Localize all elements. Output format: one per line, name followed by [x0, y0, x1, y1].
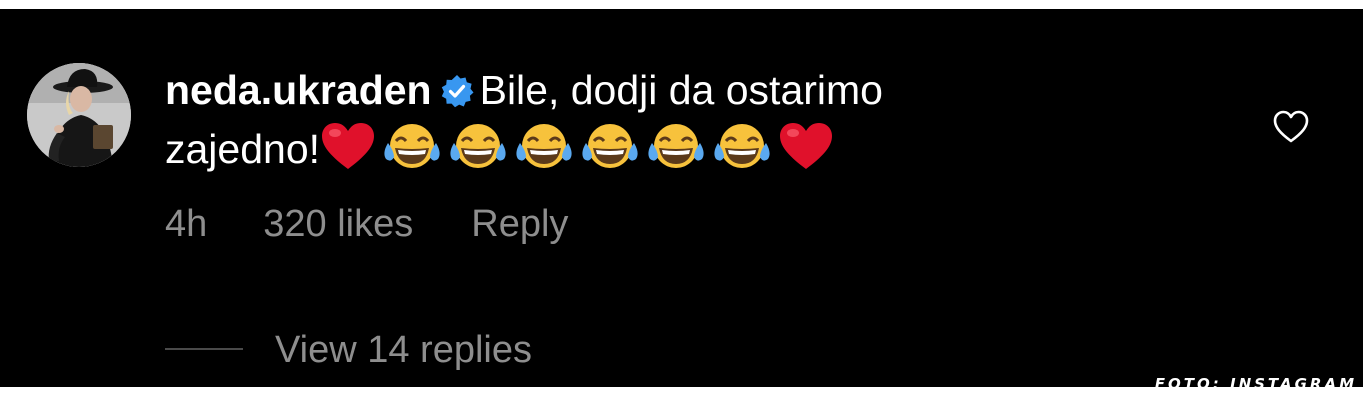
- reply-button[interactable]: Reply: [471, 201, 568, 247]
- comment-text-line-2: zajedno!: [165, 126, 321, 172]
- comment-line-1: neda.ukraden Bile, dodji da ostarimo: [165, 63, 1065, 121]
- tears-of-joy-icon: [712, 121, 772, 184]
- tears-of-joy-icon: [382, 121, 442, 184]
- comment-meta: 4h 320 likes Reply: [165, 201, 568, 247]
- tears-of-joy-icon: [448, 121, 508, 184]
- view-replies-button[interactable]: View 14 replies: [165, 327, 532, 373]
- tears-of-joy-icon: [580, 121, 640, 184]
- like-comment-button[interactable]: [1272, 108, 1310, 146]
- likes-count[interactable]: 320 likes: [263, 201, 413, 247]
- heart-outline-icon: [1273, 110, 1309, 143]
- comment-text-line-1: Bile, dodji da ostarimo: [479, 67, 883, 113]
- tears-of-joy-icon: [646, 121, 706, 184]
- red-heart-icon: [320, 121, 376, 184]
- verified-badge-icon: [440, 67, 474, 121]
- photo-credit: FOTO: INSTAGRAM: [1154, 375, 1357, 393]
- replies-divider: [165, 348, 243, 350]
- timestamp: 4h: [165, 203, 208, 245]
- red-heart-icon: [778, 121, 834, 184]
- tears-of-joy-icon: [514, 121, 574, 184]
- comment-panel: neda.ukraden Bile, dodji da ostarimo zaje…: [0, 9, 1363, 387]
- username[interactable]: neda.ukraden: [165, 67, 432, 113]
- comment-body: neda.ukraden Bile, dodji da ostarimo zaje…: [165, 63, 1065, 184]
- view-replies-label: View 14 replies: [275, 329, 533, 371]
- avatar[interactable]: [27, 63, 131, 167]
- profile-photo: [27, 63, 131, 167]
- comment-line-2: zajedno!: [165, 121, 1065, 184]
